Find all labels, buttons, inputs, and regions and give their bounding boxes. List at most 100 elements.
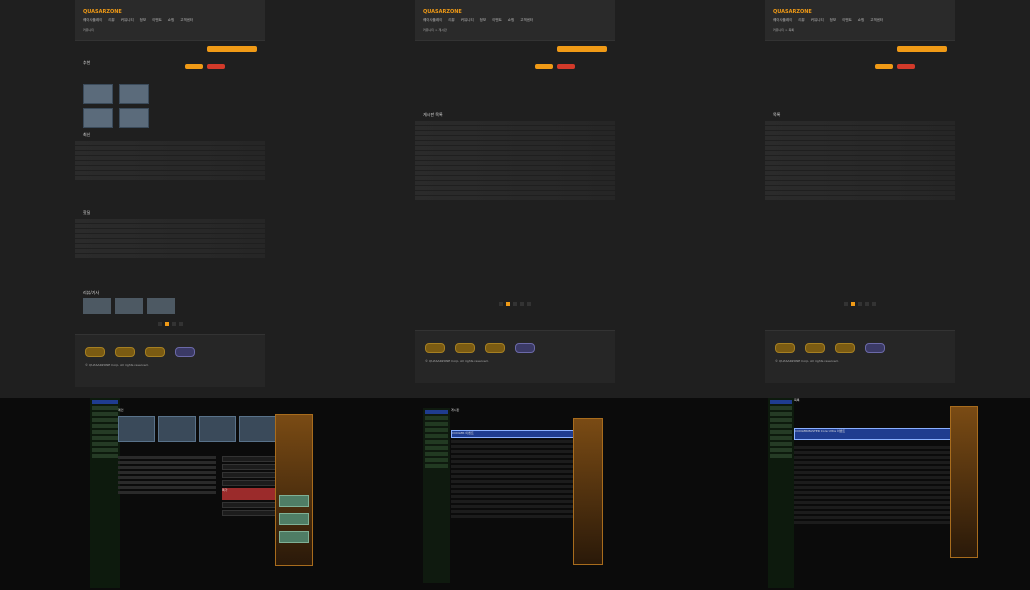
list-row[interactable] — [765, 156, 955, 160]
sidebar-item[interactable] — [92, 448, 118, 452]
list-row[interactable] — [75, 171, 265, 175]
list-row[interactable] — [765, 136, 955, 140]
list-row[interactable] — [75, 176, 265, 180]
page-dot[interactable] — [872, 302, 876, 306]
nav-item[interactable]: 이벤트 — [492, 18, 502, 24]
list-row[interactable] — [75, 161, 265, 165]
sidebar-item[interactable] — [425, 446, 448, 450]
list-row[interactable] — [765, 191, 955, 195]
sidebar-item[interactable] — [770, 442, 792, 446]
event-banner[interactable]: COOLER 이벤트 — [451, 430, 593, 438]
list-row[interactable] — [75, 224, 265, 228]
nav-item[interactable]: 이벤트 — [842, 18, 852, 24]
nav-item[interactable]: 퀘이사플레이 — [83, 18, 102, 24]
sidebar-item[interactable] — [770, 454, 792, 458]
side-banner[interactable] — [573, 418, 603, 565]
table-row[interactable] — [451, 480, 593, 483]
list-item[interactable] — [222, 464, 276, 470]
page-dot[interactable] — [858, 302, 862, 306]
table-row[interactable] — [794, 521, 964, 524]
nav-item[interactable]: 쇼핑 — [508, 18, 514, 24]
list-row[interactable] — [765, 121, 955, 125]
sidebar-item[interactable] — [425, 440, 448, 444]
sidebar-item[interactable] — [770, 430, 792, 434]
list-row[interactable] — [765, 176, 955, 180]
sidebar-item[interactable] — [92, 436, 118, 440]
table-row[interactable] — [451, 445, 593, 448]
table-row[interactable] — [794, 496, 964, 499]
list-row[interactable] — [415, 171, 615, 175]
sidebar-item[interactable] — [770, 448, 792, 452]
sidebar-item[interactable] — [92, 400, 118, 404]
ad-block[interactable] — [279, 495, 309, 507]
sidebar-item[interactable] — [92, 412, 118, 416]
sidebar-item[interactable] — [425, 410, 448, 414]
sidebar-item[interactable] — [425, 416, 448, 420]
list-row[interactable] — [415, 181, 615, 185]
table-row[interactable] — [794, 476, 964, 479]
list-row[interactable] — [765, 196, 955, 200]
sidebar-item[interactable] — [770, 406, 792, 410]
promo-button[interactable] — [557, 46, 607, 52]
list-row[interactable] — [75, 156, 265, 160]
list-row[interactable] — [415, 151, 615, 155]
sidebar-item[interactable] — [92, 406, 118, 410]
nav-item[interactable]: 쇼핑 — [168, 18, 174, 24]
table-row[interactable] — [794, 456, 964, 459]
table-row[interactable] — [794, 471, 964, 474]
page-dot[interactable] — [527, 302, 531, 306]
nav-item[interactable]: 리뷰 — [448, 18, 454, 24]
table-row[interactable] — [451, 470, 593, 473]
list-row[interactable] — [765, 171, 955, 175]
nav-item[interactable]: 리뷰 — [108, 18, 114, 24]
nav-item[interactable]: 퀘이사플레이 — [773, 18, 792, 24]
list-row[interactable] — [75, 151, 265, 155]
thumbnail[interactable] — [83, 84, 113, 104]
sidebar-item[interactable] — [425, 458, 448, 462]
thumbnail[interactable] — [83, 298, 111, 314]
table-row[interactable] — [451, 440, 593, 443]
sidebar-item[interactable] — [770, 436, 792, 440]
sidebar-item[interactable] — [425, 434, 448, 438]
nav-item[interactable]: 쇼핑 — [858, 18, 864, 24]
nav-item[interactable]: 커뮤니티 — [811, 18, 824, 24]
page-dot[interactable] — [164, 322, 169, 326]
nav-item[interactable]: 정보 — [140, 18, 146, 24]
event-banner[interactable]: COOLERMASTER Core Ultra 이벤트 — [794, 428, 964, 440]
promo-button[interactable] — [897, 46, 947, 52]
list-row[interactable] — [75, 244, 265, 248]
table-row[interactable] — [794, 501, 964, 504]
thumbnail[interactable] — [119, 84, 149, 104]
sidebar-item[interactable] — [770, 400, 792, 404]
table-row[interactable] — [451, 505, 593, 508]
table-row[interactable] — [794, 461, 964, 464]
page-dot[interactable] — [520, 302, 524, 306]
list-row[interactable] — [765, 151, 955, 155]
table-row[interactable] — [451, 490, 593, 493]
list-row[interactable] — [415, 136, 615, 140]
list-row[interactable] — [415, 146, 615, 150]
list-row[interactable] — [415, 121, 615, 125]
list-row[interactable] — [75, 254, 265, 258]
list-row[interactable] — [765, 146, 955, 150]
side-banner[interactable] — [275, 414, 313, 566]
table-row[interactable] — [794, 511, 964, 514]
list-row[interactable] — [75, 146, 265, 150]
nav-item[interactable]: 리뷰 — [798, 18, 804, 24]
list-row[interactable] — [765, 186, 955, 190]
table-row[interactable] — [794, 516, 964, 519]
sidebar-item[interactable] — [92, 430, 118, 434]
ad-block[interactable] — [279, 531, 309, 543]
thumbnail[interactable] — [147, 298, 175, 314]
list-item[interactable] — [222, 510, 276, 516]
ad-block[interactable] — [279, 513, 309, 525]
list-row[interactable] — [415, 186, 615, 190]
table-row[interactable] — [794, 491, 964, 494]
list-row[interactable] — [75, 229, 265, 233]
list-row[interactable] — [415, 191, 615, 195]
list-row[interactable] — [415, 126, 615, 130]
table-row[interactable] — [451, 485, 593, 488]
sidebar-item[interactable] — [425, 464, 448, 468]
page-dot[interactable] — [865, 302, 869, 306]
list-item[interactable] — [222, 472, 276, 478]
